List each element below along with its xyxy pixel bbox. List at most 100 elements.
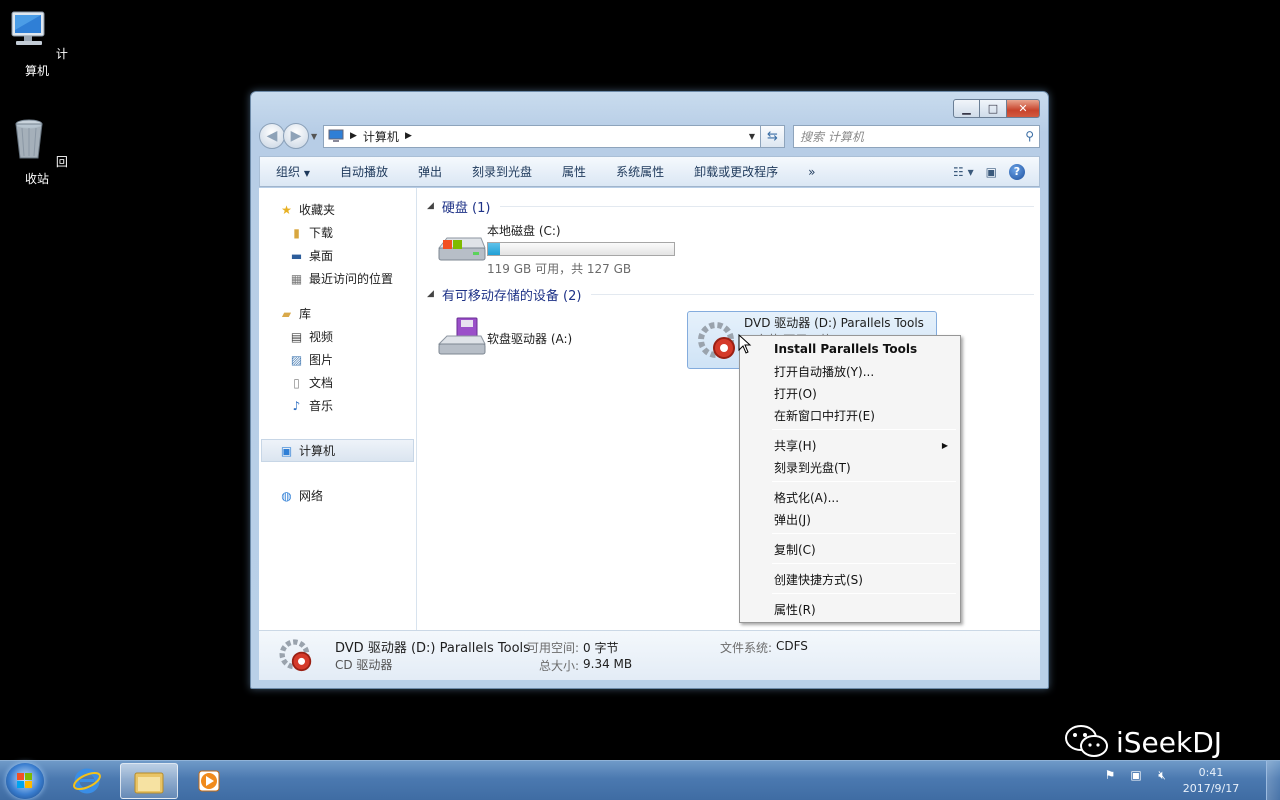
nav-videos[interactable]: ▤ 视频 [259, 325, 416, 348]
menu-item-burn-to-disc[interactable]: 刻录到光盘(T) [742, 456, 958, 478]
properties-button[interactable]: 属性 [547, 163, 601, 180]
nav-label: 下载 [309, 226, 334, 240]
nav-computer[interactable]: ▣ 计算机 [261, 439, 414, 462]
section-hard-drives[interactable]: ◢ 硬盘 (1) [427, 196, 1034, 216]
taskbar-internet-explorer[interactable] [58, 763, 116, 799]
back-button[interactable]: ◀ [259, 123, 285, 149]
details-type: CD 驱动器 [335, 658, 393, 672]
minimize-button[interactable]: ▁ [953, 99, 980, 118]
menu-item-label: 创建快捷方式(S) [774, 572, 863, 587]
clock[interactable]: 0:41 2017/9/17 [1178, 765, 1244, 797]
folder-icon [134, 772, 164, 794]
breadcrumb-computer[interactable]: 计算机 [363, 128, 399, 145]
search-input[interactable]: 搜索 计算机 ⚲ [793, 124, 1040, 148]
nav-libraries[interactable]: ▰ 库 [259, 302, 416, 325]
drive-name: DVD 驱动器 (D:) Parallels Tools [744, 316, 924, 330]
refresh-button[interactable]: ⇆ [761, 124, 785, 148]
action-center-icon[interactable]: ⚑ [1102, 767, 1118, 783]
menu-item-label: 属性(R) [774, 602, 816, 617]
menu-item-properties[interactable]: 属性(R) [742, 598, 958, 620]
menu-separator [772, 593, 956, 594]
computer-icon [11, 11, 45, 45]
internet-explorer-icon [73, 768, 101, 794]
menu-item-label: 打开自动播放(Y)... [774, 364, 875, 379]
menu-item-label: 格式化(A)... [774, 490, 840, 505]
nav-label: 桌面 [309, 249, 334, 263]
desktop-icon-recycle-bin[interactable]: 回收站 [6, 116, 68, 187]
autoplay-button[interactable]: 自动播放 [325, 163, 403, 180]
drive-c[interactable]: 本地磁盘 (C:) 119 GB 可用，共 127 GB [435, 222, 675, 277]
show-desktop-button[interactable] [1266, 761, 1280, 800]
nav-network[interactable]: ◍ 网络 [259, 484, 416, 507]
nav-documents[interactable]: ▯ 文档 [259, 371, 416, 394]
address-dropdown-icon[interactable]: ▼ [744, 132, 760, 141]
menu-item-open-autoplay[interactable]: 打开自动播放(Y)... [742, 360, 958, 382]
mouse-cursor-icon [738, 334, 752, 354]
menu-item-create-shortcut[interactable]: 创建快捷方式(S) [742, 568, 958, 590]
menu-item-label: 共享(H) [774, 438, 817, 453]
nav-favorites[interactable]: ★ 收藏夹 [259, 198, 416, 221]
details-fs-key: 文件系统: [720, 641, 773, 655]
nav-label: 文档 [309, 376, 334, 390]
preview-pane-icon[interactable]: ▣ [986, 165, 997, 179]
more-commands-button[interactable]: » [793, 165, 830, 179]
taskbar-explorer[interactable] [120, 763, 178, 799]
nav-downloads[interactable]: ▮ 下载 [259, 221, 416, 244]
system-tray: ⚑ ▣ 🔇︎ [1102, 767, 1170, 783]
drive-a[interactable]: 软盘驱动器 (A:) [435, 314, 572, 362]
taskbar-media-player[interactable] [180, 763, 238, 799]
uninstall-program-button[interactable]: 卸载或更改程序 [679, 163, 793, 180]
burn-to-disc-button[interactable]: 刻录到光盘 [457, 163, 547, 180]
watermark-text: iSeekDJ [1116, 725, 1223, 759]
view-options-icon[interactable]: ☷ ▾ [953, 165, 974, 179]
nav-desktop[interactable]: ▬ 桌面 [259, 244, 416, 267]
start-button[interactable] [6, 763, 44, 799]
taskbar: ⚑ ▣ 🔇︎ 0:41 2017/9/17 [0, 760, 1280, 800]
system-properties-button[interactable]: 系统属性 [601, 163, 679, 180]
maximize-button[interactable]: □ [980, 99, 1007, 118]
breadcrumb-separator-icon[interactable]: ▶ [350, 131, 357, 141]
navigation-pane: ★ 收藏夹 ▮ 下载 ▬ 桌面 ▦ 最近访问的位置 ▰ 库 ▤ 视频 ▨ 图片 ▯ 文档 ♪ 音乐… [259, 188, 417, 630]
details-fs-value: CDFS [776, 639, 808, 653]
hard-drive-icon [437, 237, 486, 261]
desktop-icon-computer[interactable]: 计算机 [6, 8, 68, 79]
address-bar[interactable]: ▶ 计算机 ▶ ▼ [323, 124, 761, 148]
nav-pictures[interactable]: ▨ 图片 [259, 348, 416, 371]
nav-music[interactable]: ♪ 音乐 [259, 394, 416, 417]
menu-item-open[interactable]: 打开(O) [742, 382, 958, 404]
collapse-arrow-icon[interactable]: ◢ [427, 289, 434, 299]
nav-recent-places[interactable]: ▦ 最近访问的位置 [259, 267, 416, 290]
nav-label: 网络 [299, 489, 324, 503]
search-placeholder: 搜索 计算机 [800, 129, 864, 144]
recent-pages-dropdown[interactable]: ▼ [311, 132, 321, 141]
section-removable[interactable]: ◢ 有可移动存储的设备 (2) [427, 284, 1034, 304]
section-divider [500, 205, 1034, 207]
recycle-bin-icon [15, 119, 43, 159]
search-icon[interactable]: ⚲ [1025, 129, 1034, 143]
menu-item-label: 刻录到光盘(T) [774, 460, 851, 475]
menu-separator [772, 563, 956, 564]
wechat-logo-icon [1065, 725, 1108, 757]
menu-item-label: Install Parallels Tools [774, 342, 918, 356]
network-tray-icon[interactable]: ▣ [1128, 767, 1144, 783]
menu-item-share[interactable]: 共享(H) ▶ [742, 434, 958, 456]
menu-item-install-parallels-tools[interactable]: Install Parallels Tools [742, 338, 958, 360]
menu-item-open-in-new-window[interactable]: 在新窗口中打开(E) [742, 404, 958, 426]
help-icon[interactable]: ? [1009, 163, 1025, 180]
library-folder-icon: ▰ [281, 306, 292, 321]
organize-button[interactable]: 组织 ▼ [260, 163, 325, 180]
menu-item-format[interactable]: 格式化(A)... [742, 486, 958, 508]
close-button[interactable]: ✕ [1007, 99, 1040, 118]
menu-item-label: 打开(O) [774, 386, 817, 401]
menu-item-copy[interactable]: 复制(C) [742, 538, 958, 560]
clock-date: 2017/9/17 [1182, 782, 1240, 795]
menu-item-eject[interactable]: 弹出(J) [742, 508, 958, 530]
network-icon: ◍ [281, 488, 292, 503]
eject-button[interactable]: 弹出 [403, 163, 457, 180]
volume-muted-icon[interactable]: 🔇︎ [1154, 767, 1170, 783]
collapse-arrow-icon[interactable]: ◢ [427, 201, 434, 211]
forward-button[interactable]: ▶ [283, 123, 309, 149]
close-icon: ✕ [1018, 102, 1028, 115]
menu-item-label: 在新窗口中打开(E) [774, 408, 875, 423]
breadcrumb-separator-icon[interactable]: ▶ [405, 131, 412, 141]
